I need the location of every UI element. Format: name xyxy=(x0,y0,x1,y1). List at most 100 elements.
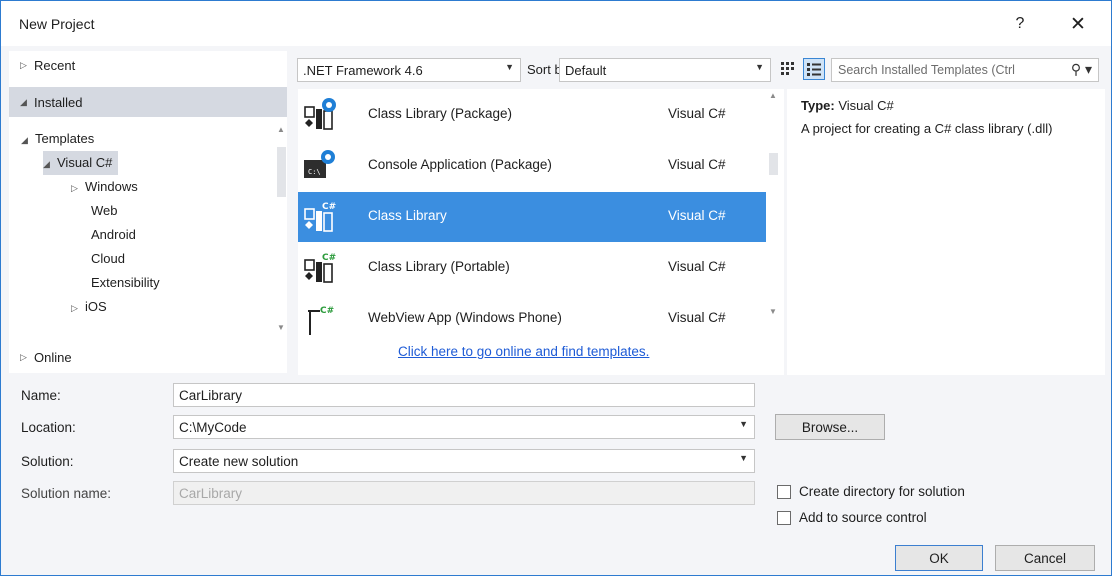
location-label: Location: xyxy=(21,420,76,435)
svg-text:C#: C# xyxy=(322,253,336,263)
type-line: Type: Visual C# xyxy=(801,98,894,113)
svg-text:C:\: C:\ xyxy=(308,168,321,176)
expand-arrow-icon: ▷ xyxy=(71,303,78,313)
tree-item[interactable]: ▷ Windows xyxy=(71,175,138,199)
framework-dropdown[interactable]: .NET Framework 4.6 ▼ xyxy=(297,58,521,82)
expand-arrow-icon: ▷ xyxy=(71,183,78,193)
dialog-title: New Project xyxy=(19,16,95,32)
tree-item[interactable]: ▷ iOS xyxy=(71,295,107,319)
class-library-icon: C# xyxy=(302,199,338,235)
small-icons-view-button[interactable] xyxy=(777,58,799,80)
template-info-pane: Type: Visual C# A project for creating a… xyxy=(787,89,1105,375)
name-value: CarLibrary xyxy=(179,387,243,403)
collapse-arrow-icon: ◢ xyxy=(20,96,27,107)
tree-scrollbar[interactable]: ▲ ▼ xyxy=(275,125,287,337)
chevron-down-icon: ▼ xyxy=(739,453,748,463)
tree-item[interactable]: Cloud xyxy=(91,247,125,271)
ok-button[interactable]: OK xyxy=(895,545,983,571)
tree-item[interactable]: Extensibility xyxy=(91,271,160,295)
template-row[interactable]: C# Class Library (Portable) Visual C# xyxy=(298,243,766,293)
scroll-up-arrow-icon[interactable]: ▲ xyxy=(275,125,287,134)
scroll-down-arrow-icon[interactable]: ▼ xyxy=(275,323,287,332)
template-row[interactable]: Class Library (Package) Visual C# xyxy=(298,90,766,140)
template-language: Visual C# xyxy=(668,106,726,121)
search-placeholder: Search Installed Templates (Ctrl xyxy=(838,63,1015,77)
create-directory-checkbox[interactable]: Create directory for solution xyxy=(777,484,965,499)
solution-value: Create new solution xyxy=(179,453,299,469)
template-language: Visual C# xyxy=(668,259,726,274)
create-directory-label: Create directory for solution xyxy=(799,484,965,499)
tree-item-label: Windows xyxy=(85,179,138,194)
console-app-icon: C:\ xyxy=(302,148,338,184)
template-toolbar: .NET Framework 4.6 ▼ Sort by: Default ▼ … xyxy=(291,51,1105,87)
checkbox-box[interactable] xyxy=(777,510,791,525)
tree-item-label: Android xyxy=(91,227,136,242)
medium-icons-view-button[interactable] xyxy=(803,58,825,80)
browse-button[interactable]: Browse... xyxy=(775,414,885,440)
template-name: Class Library (Portable) xyxy=(368,259,510,274)
type-label: Type: xyxy=(801,98,835,113)
template-language: Visual C# xyxy=(668,157,726,172)
tree-item-label: Visual C# xyxy=(57,155,113,170)
scroll-up-arrow-icon[interactable]: ▲ xyxy=(767,91,779,100)
nav-installed[interactable]: ◢ Installed xyxy=(9,87,287,117)
nav-online-label: Online xyxy=(34,349,72,365)
scrollbar-thumb[interactable] xyxy=(277,147,286,197)
chevron-down-icon: ▼ xyxy=(505,62,514,72)
chevron-down-icon: ▼ xyxy=(739,419,748,429)
template-row[interactable]: C# Class Library Visual C# xyxy=(298,192,766,242)
svg-text:C#: C# xyxy=(320,306,334,316)
tree-item[interactable]: ◢ Templates xyxy=(21,127,94,151)
title-bar: New Project ? ✕ xyxy=(1,1,1111,46)
solution-dropdown[interactable]: Create new solution ▼ xyxy=(173,449,755,473)
svg-text:C#: C# xyxy=(322,202,336,212)
framework-value: .NET Framework 4.6 xyxy=(303,62,423,78)
tree-item-label: Web xyxy=(91,203,118,218)
class-library-package-icon xyxy=(302,97,338,133)
search-icon[interactable]: ⚲ ▾ xyxy=(1071,61,1092,78)
tree-item[interactable]: Web xyxy=(91,199,118,223)
tree-item-label: Extensibility xyxy=(91,275,160,290)
help-button[interactable]: ? xyxy=(1005,11,1035,37)
scrollbar-thumb[interactable] xyxy=(769,153,778,175)
scroll-down-arrow-icon[interactable]: ▼ xyxy=(767,307,779,316)
name-label: Name: xyxy=(21,388,61,403)
template-row[interactable]: C# WebView App (Windows Phone) Visual C# xyxy=(298,294,766,344)
template-list-scrollbar[interactable]: ▲ ▼ xyxy=(766,89,780,325)
template-name: Console Application (Package) xyxy=(368,157,552,172)
template-description: A project for creating a C# class librar… xyxy=(801,121,1053,136)
name-input[interactable]: CarLibrary xyxy=(173,383,755,407)
tree-item[interactable]: ◢ Visual C# xyxy=(43,151,119,175)
webview-app-icon: C# xyxy=(302,301,338,337)
tree-item-label: Templates xyxy=(35,131,95,146)
template-name: Class Library xyxy=(368,208,447,223)
sort-dropdown[interactable]: Default ▼ xyxy=(559,58,771,82)
solution-label: Solution: xyxy=(21,454,74,469)
template-language: Visual C# xyxy=(668,208,726,223)
solution-name-label: Solution name: xyxy=(21,486,112,501)
cancel-button[interactable]: Cancel xyxy=(995,545,1095,571)
search-templates-input[interactable]: Search Installed Templates (Ctrl ⚲ ▾ xyxy=(831,58,1099,82)
expand-arrow-icon: ▷ xyxy=(20,351,27,362)
source-control-checkbox[interactable]: Add to source control xyxy=(777,510,927,525)
find-templates-online-link[interactable]: Click here to go online and find templat… xyxy=(398,344,649,359)
template-row[interactable]: C:\ Console Application (Package) Visual C… xyxy=(298,141,766,191)
source-control-label: Add to source control xyxy=(799,510,927,525)
close-button[interactable]: ✕ xyxy=(1063,11,1093,37)
nav-online[interactable]: ▷ Online xyxy=(9,343,287,371)
tree-item-label: Cloud xyxy=(91,251,125,266)
nav-recent[interactable]: ▷ Recent xyxy=(9,51,287,79)
template-tree: ◢ Templates ◢ Visual C# ▷ Windows Web Android Cl… xyxy=(9,127,275,335)
template-name: WebView App (Windows Phone) xyxy=(368,310,562,325)
grid-view-icon xyxy=(781,62,794,75)
nav-installed-label: Installed xyxy=(34,94,83,110)
location-combobox[interactable]: C:\MyCode ▼ xyxy=(173,415,755,439)
type-value: Visual C# xyxy=(838,98,894,113)
tree-item[interactable]: Android xyxy=(91,223,136,247)
template-list: Class Library (Package) Visual C# C:\ Conso… xyxy=(298,89,784,375)
checkbox-box[interactable] xyxy=(777,484,791,499)
template-name: Class Library (Package) xyxy=(368,106,513,121)
collapse-arrow-icon: ◢ xyxy=(43,159,50,169)
location-value: C:\MyCode xyxy=(179,419,247,435)
expand-arrow-icon: ▷ xyxy=(20,59,27,70)
